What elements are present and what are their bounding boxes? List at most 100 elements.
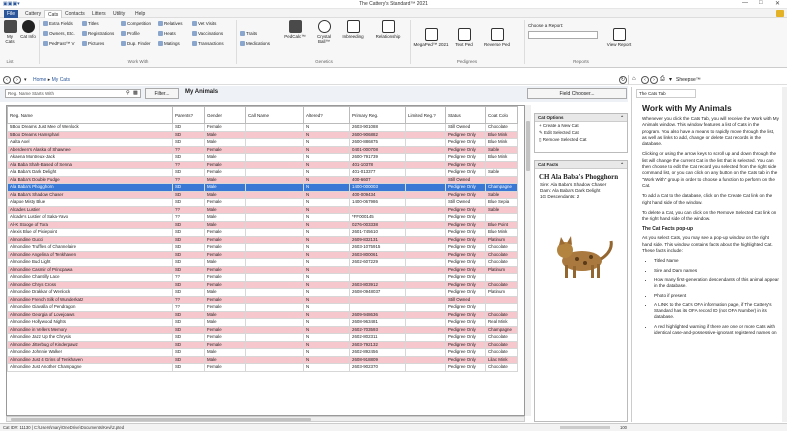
print-icon[interactable]: ⎙ — [660, 76, 665, 83]
table-row[interactable]: Almondine Just 4 Grins of Tenkhaven SD Mal… — [7, 355, 518, 364]
collapse-icon[interactable]: ⌃ — [620, 161, 624, 169]
table-row[interactable]: Alcade's Lustier of Saka-Yavo?? Male N *FF0… — [7, 213, 518, 222]
table-row[interactable]: Ala Baba's Shadow Chaser SD Male N 400-00943… — [7, 190, 518, 199]
table-row[interactable]: Almondine Chantilly Lace?? Female N Pedigre… — [7, 273, 518, 282]
filter-button[interactable]: Filter... — [145, 88, 179, 99]
column-header[interactable]: Primary Reg. — [349, 106, 406, 124]
animals-grid[interactable]: Reg. Name Parents? Gender Call Name Alte… — [6, 105, 525, 416]
tab-file[interactable]: File — [4, 10, 19, 18]
reverse-ped-button[interactable]: Reverse Ped — [478, 28, 516, 47]
table-row[interactable]: Ala Baba Shah-Based of Senna?? Female N 401… — [7, 160, 518, 169]
history-dropdown-icon[interactable]: ▾ — [24, 77, 27, 83]
vet-visits-button[interactable]: Vet Visits — [192, 21, 216, 27]
close-button[interactable]: ✕ — [775, 0, 780, 7]
help-search-label[interactable]: Sheepse™ — [676, 77, 701, 83]
owners-button[interactable]: Owners, Etc. — [43, 31, 75, 37]
forward-icon[interactable]: › — [13, 76, 21, 84]
table-row[interactable]: Almondine Truffles of Channelaire SD Femal… — [7, 243, 518, 252]
tab-help[interactable]: Help — [132, 10, 148, 18]
my-cats-button[interactable]: My Cats — [3, 20, 17, 44]
table-row[interactable]: Almondine Johnnie Walker SD Male N 2602-8924… — [7, 348, 518, 357]
report-select[interactable] — [528, 31, 598, 39]
pedcalc-button[interactable]: PedCalc™ — [280, 20, 310, 39]
table-row[interactable]: Almondine French Silk of Wunderkatz?? Fem… — [7, 295, 518, 304]
tab-litters[interactable]: Litters — [89, 10, 109, 18]
table-row[interactable]: Alapoe Misty Blue SD Female N 1400-067986 Sti… — [7, 198, 518, 207]
clear-search-icon[interactable]: ▩ — [133, 90, 138, 96]
table-row[interactable]: 5Boo Dreams Hamsphari SD Male N 2600-906882 P… — [7, 130, 518, 139]
remove-cat-link[interactable]: ▯ Remove Selected Cat — [535, 136, 627, 143]
medications-button[interactable]: Medications — [240, 41, 270, 47]
table-row[interactable]: Almondine Jitterbug of Kinderpawz SD Femal… — [7, 340, 518, 349]
column-header[interactable]: Altered? — [303, 106, 350, 124]
table-row[interactable]: Al-K Stooge of Tora SD Male N 0276-003338 Ped… — [7, 220, 518, 229]
create-cat-link[interactable]: + Create a New Cat — [535, 122, 627, 129]
relatives-button[interactable]: Relatives — [158, 21, 183, 27]
column-header[interactable]: Status — [445, 106, 486, 124]
scrollbar-thumb[interactable] — [526, 121, 530, 171]
inbreeding-button[interactable]: Inbreeding — [337, 20, 369, 39]
tab-cattery[interactable]: Cattery — [22, 10, 44, 18]
table-row[interactable]: Aberdeen's Alaska of Shawnee?? Female N 040… — [7, 145, 518, 154]
table-row[interactable]: Almondine Angelina of Tenkhaven SD Female N… — [7, 250, 518, 259]
help-back-icon[interactable]: ‹ — [641, 76, 649, 84]
relationship-button[interactable]: Relationship — [369, 20, 407, 39]
field-chooser-button[interactable]: Field Chooser... — [527, 88, 627, 99]
transactions-button[interactable]: Transactions — [192, 41, 224, 47]
table-row[interactable]: 5Boo Dreams Just Mee of Wenlock SD Female N… — [7, 123, 518, 132]
edit-cat-link[interactable]: ✎ Edit Selected Cat — [535, 129, 627, 136]
tab-contacts[interactable]: Contacts — [62, 10, 88, 18]
column-header[interactable]: Call Name — [245, 106, 304, 124]
dup-finder-button[interactable]: Dup. Finder — [121, 41, 151, 47]
table-row[interactable]: Almondine in Vellers Memory SD Female N 2602… — [7, 325, 518, 334]
help-scrollbar[interactable] — [782, 87, 787, 422]
vertical-scrollbar[interactable] — [525, 105, 531, 416]
cat-info-button[interactable]: Cat Info — [20, 20, 36, 39]
table-row[interactable]: Almondine Giavalla of Pendragon?? Female N… — [7, 303, 518, 312]
table-row[interactable]: Alexis Blue of Pixiepoint SD Female N 2601-7… — [7, 228, 518, 237]
scrollbar-thumb[interactable] — [11, 418, 311, 421]
matings-button[interactable]: Matings — [158, 41, 180, 47]
table-row[interactable]: Almondine Chrys Cross SD Female N 2603-80391… — [7, 280, 518, 289]
maximize-button[interactable]: □ — [759, 0, 763, 6]
table-row[interactable]: Almondine Casmir of Princpawa SD Female N Pe… — [7, 265, 518, 274]
column-header[interactable]: Limited Reg.? — [405, 106, 446, 124]
back-icon[interactable]: ‹ — [3, 76, 11, 84]
table-row[interactable]: Aalta Axel SD Male N 2600-886875 Pedigree Onl… — [7, 138, 518, 147]
column-header[interactable]: Reg. Name — [7, 106, 173, 124]
pictures-button[interactable]: Pictures — [82, 41, 104, 47]
view-report-button[interactable]: View Report — [604, 28, 634, 47]
column-header[interactable]: Gender — [204, 106, 246, 124]
heats-button[interactable]: Heats — [158, 31, 176, 37]
help-forward-icon[interactable]: › — [650, 76, 658, 84]
titles-button[interactable]: Titles — [82, 21, 99, 27]
crystal-ball-button[interactable]: Crystal Ball™ — [312, 20, 336, 44]
table-row[interactable]: Almondine Georgia of Lovejoaws SD Male N 260… — [7, 310, 518, 319]
tab-cats[interactable]: Cats — [44, 10, 63, 18]
home-icon[interactable]: ⌂ — [632, 76, 636, 82]
table-row[interactable]: Alcades Lustier?? Male N Pedigree Only Sable — [7, 205, 518, 214]
table-row[interactable]: Almondine Gucci SD Female N 2609-832131 Pedig… — [7, 235, 518, 244]
text-ped-button[interactable]: Text Ped — [452, 28, 476, 47]
refresh-icon[interactable]: ↻ — [619, 76, 627, 84]
table-row[interactable]: Ala Baba's Dark Delight SD Female N 401-0133… — [7, 168, 518, 177]
extra-fields-button[interactable]: Extra Fields — [43, 21, 73, 27]
table-row[interactable]: Almondine Bud Light SD Male N 2602-607229 Ped… — [7, 258, 518, 267]
breadcrumb-home[interactable]: Home — [33, 77, 46, 83]
registrations-button[interactable]: Registrations — [82, 31, 114, 37]
competition-button[interactable]: Competition — [121, 21, 151, 27]
table-row[interactable]: Akaena Montreux-Jack SD Male N 2600-791739 Pe… — [7, 153, 518, 162]
search-input[interactable]: Reg. Name Starts With — [5, 89, 141, 98]
column-header[interactable]: Parents? — [172, 106, 205, 124]
help-search-dropdown-icon[interactable]: ▾ — [669, 76, 672, 83]
vaccinations-button[interactable]: Vaccinations — [192, 31, 223, 37]
pedfast-button[interactable]: PedFast™ V — [43, 41, 75, 47]
zoom-slider[interactable] — [560, 426, 610, 429]
profile-button[interactable]: Profile — [121, 31, 140, 37]
collapse-icon[interactable]: ⌃ — [620, 114, 624, 122]
search-icon[interactable]: ⚲ — [126, 90, 130, 96]
megaped-button[interactable]: MegaPed™ 2021 — [413, 28, 449, 47]
table-row[interactable]: Ala Baba's Double Fudge?? Male N 400-6607 St… — [7, 175, 518, 184]
user-icon[interactable] — [776, 10, 784, 17]
minimize-button[interactable]: — — [742, 0, 748, 6]
